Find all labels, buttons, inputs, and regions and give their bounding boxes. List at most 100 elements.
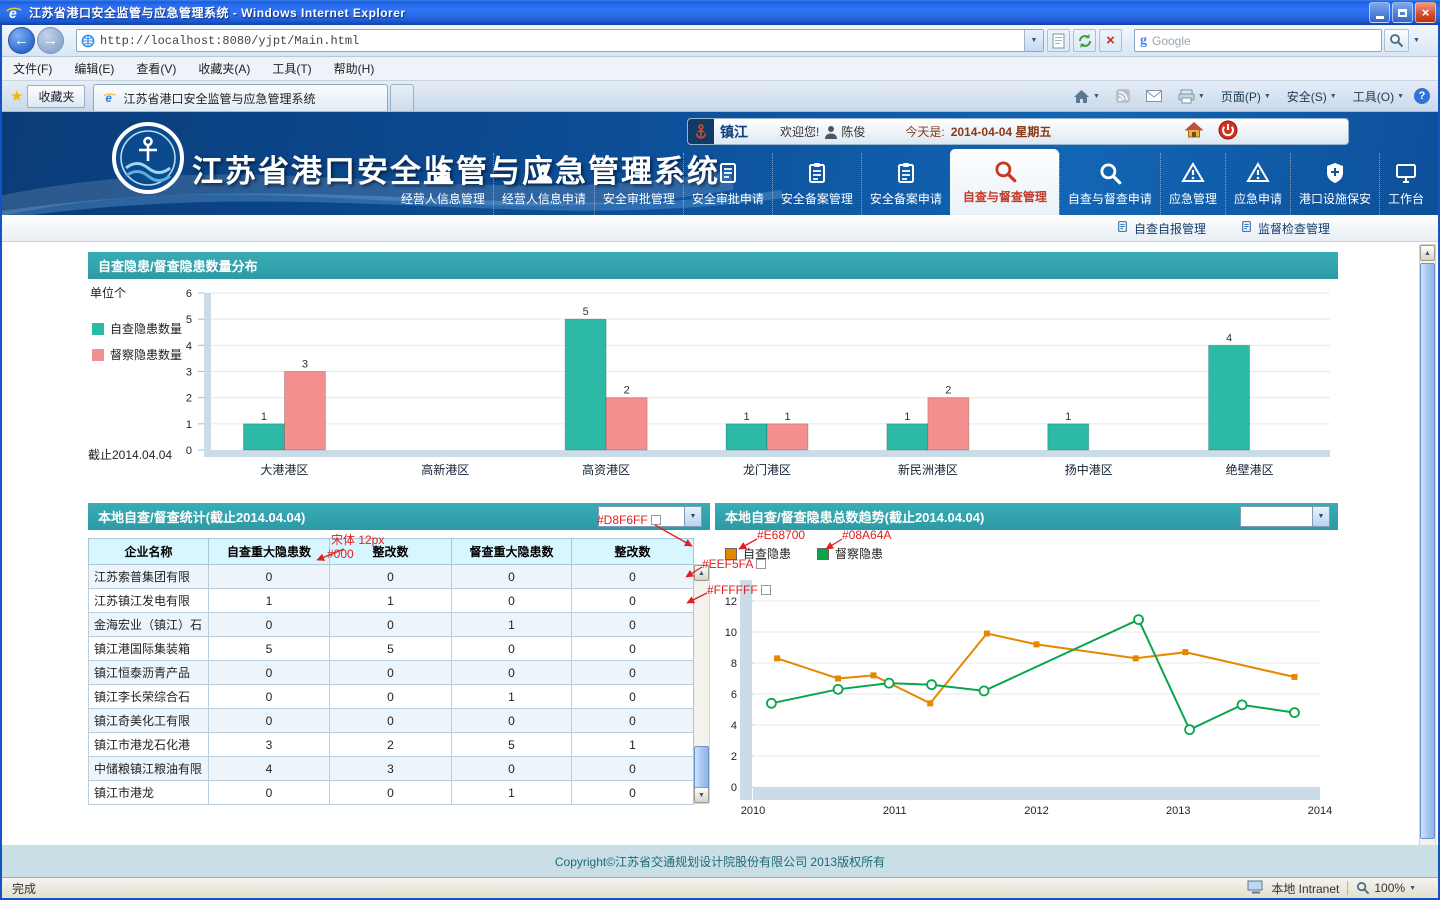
stop-button[interactable]: × <box>1099 29 1122 52</box>
favorites-star-icon[interactable]: ★ <box>10 87 23 105</box>
svg-text:2010: 2010 <box>741 805 765 817</box>
zoom-level: 100% <box>1374 881 1405 895</box>
trend-panel-title: 本地自查/督查隐患总数趋势(截止2014.04.04) <box>725 507 984 526</box>
table-scroll-thumb[interactable] <box>694 746 709 789</box>
svg-text:12: 12 <box>725 596 737 608</box>
security-menu-button[interactable]: 安全(S)▼ <box>1281 84 1343 109</box>
stop-icon: × <box>1106 33 1115 48</box>
nav-item-operator-info-mgmt[interactable]: 经营人信息管理 <box>393 153 493 215</box>
close-button[interactable]: × <box>1415 2 1436 23</box>
zoom-control[interactable]: 100% ▼ <box>1356 881 1416 895</box>
favorites-button[interactable]: 收藏夹 <box>27 85 85 108</box>
trend-filter-value[interactable] <box>1241 507 1312 526</box>
menu-tools[interactable]: 工具(T) <box>261 56 322 81</box>
window-titlebar[interactable]: e 江苏省港口安全监管与应急管理系统 - Windows Internet Ex… <box>0 0 1440 25</box>
search-go-button[interactable] <box>1384 29 1409 52</box>
menu-favorites[interactable]: 收藏夹(A) <box>187 56 261 81</box>
table-row[interactable]: 镇江市港龙石化港3251 <box>89 733 694 757</box>
search-dropdown-button[interactable]: ▼ <box>1409 29 1424 52</box>
zoom-icon <box>1356 881 1370 895</box>
chevron-down-icon: ▼ <box>1198 93 1205 100</box>
user-name[interactable]: 陈俊 <box>841 123 865 140</box>
nav-item-safety-approval-mgmt[interactable]: 安全审批管理 <box>594 153 683 215</box>
nav-item-selfcheck-supervision-apply[interactable]: 自查与督查申请 <box>1059 153 1160 215</box>
table-row[interactable]: 中储粮镇江粮油有限4300 <box>89 757 694 781</box>
compatibility-view-button[interactable] <box>1047 29 1070 52</box>
table-cell: 0 <box>572 613 694 637</box>
bar-chart-svg: 012345613大港港区高新港区52高资港区11龙门港区12新民洲港区1扬中港… <box>88 278 1338 484</box>
table-row[interactable]: 镇江恒泰沥青产品0000 <box>89 661 694 685</box>
magnifier-icon <box>992 157 1018 185</box>
nav-item-safety-record-mgmt[interactable]: 安全备案管理 <box>772 153 861 215</box>
scroll-up-icon[interactable]: ▲ <box>1420 245 1435 261</box>
nav-item-safety-approval-apply[interactable]: 安全审批申请 <box>683 153 772 215</box>
svg-text:1: 1 <box>784 411 790 423</box>
table-row[interactable]: 金海宏业（镇江）石0010 <box>89 613 694 637</box>
table-cell: 0 <box>209 613 330 637</box>
table-cell: 0 <box>209 661 330 685</box>
back-button[interactable]: ← <box>8 27 35 54</box>
home-button[interactable]: ▼ <box>1067 85 1106 108</box>
print-button[interactable]: ▼ <box>1172 85 1211 108</box>
table-row[interactable]: 镇江港国际集装箱5500 <box>89 637 694 661</box>
menu-edit[interactable]: 编辑(E) <box>63 56 125 81</box>
submenu-item-selfcheck-report-mgmt[interactable]: 自查自报管理 <box>1116 220 1206 237</box>
refresh-button[interactable] <box>1073 29 1096 52</box>
read-mail-button[interactable] <box>1140 86 1168 106</box>
table-row[interactable]: 镇江市港龙0010 <box>89 781 694 805</box>
page-scrollbar[interactable]: ▲ ▼ <box>1419 244 1436 877</box>
scroll-down-icon[interactable]: ▼ <box>694 787 709 803</box>
table-cell: 0 <box>330 709 452 733</box>
chevron-down-icon[interactable]: ▼ <box>684 507 701 526</box>
table-cell: 0 <box>209 565 330 589</box>
submenu-item-supervision-inspection-mgmt[interactable]: 监督检查管理 <box>1240 220 1330 237</box>
nav-item-safety-record-apply[interactable]: 安全备案申请 <box>861 153 950 215</box>
nav-item-emergency-apply[interactable]: 应急申请 <box>1225 153 1290 215</box>
page-scroll-thumb[interactable] <box>1420 263 1435 839</box>
menu-file[interactable]: 文件(F) <box>2 56 63 81</box>
legend-item: 督察隐患数量 <box>92 346 182 363</box>
table-cell: 0 <box>330 565 452 589</box>
table-cell: 0 <box>572 781 694 805</box>
address-field[interactable]: http://localhost:8080/yjpt/Main.html ▼ <box>76 29 1044 52</box>
search-box[interactable]: g Google <box>1134 29 1382 52</box>
table-cell: 0 <box>330 613 452 637</box>
minimize-button[interactable] <box>1369 2 1390 23</box>
feeds-button[interactable] <box>1110 85 1136 107</box>
table-scrollbar[interactable]: ▲ ▼ <box>693 564 710 804</box>
trend-filter-select[interactable]: ▼ <box>1240 506 1330 527</box>
nav-item-operator-info-apply[interactable]: 经营人信息申请 <box>493 153 594 215</box>
menu-view[interactable]: 查看(V) <box>125 56 187 81</box>
menu-help[interactable]: 帮助(H) <box>323 56 386 81</box>
annotation-row-bg: #FFFFFF <box>707 583 771 597</box>
table-row[interactable]: 江苏索普集团有限0000 <box>89 565 694 589</box>
home-shortcut-icon[interactable] <box>1184 121 1204 142</box>
table-cell: 金海宏业（镇江）石 <box>89 613 209 637</box>
chevron-down-icon: ▼ <box>1330 93 1337 100</box>
annotation-font: 宋体 12px <box>331 531 384 548</box>
tools-menu-button[interactable]: 工具(O)▼ <box>1347 84 1410 109</box>
search-placeholder[interactable]: Google <box>1152 34 1191 48</box>
address-dropdown-button[interactable]: ▼ <box>1024 30 1043 51</box>
svg-text:3: 3 <box>186 367 192 379</box>
table-row[interactable]: 江苏镇江发电有限1100 <box>89 589 694 613</box>
column-header-0: 企业名称 <box>89 539 209 565</box>
nav-item-workbench[interactable]: 工作台 <box>1379 153 1432 215</box>
url-text[interactable]: http://localhost:8080/yjpt/Main.html <box>100 34 1024 48</box>
nav-item-port-facility-security[interactable]: 港口设施保安 <box>1290 153 1379 215</box>
forward-button[interactable]: → <box>37 27 64 54</box>
nav-item-selfcheck-supervision-mgmt[interactable]: 自查与督查管理 <box>950 149 1059 215</box>
tab-active[interactable]: e 江苏省港口安全监管与应急管理系统 <box>93 84 388 111</box>
table-row[interactable]: 镇江李长荣综合石0010 <box>89 685 694 709</box>
logout-power-icon[interactable] <box>1218 120 1238 143</box>
nav-item-emergency-mgmt[interactable]: 应急管理 <box>1160 153 1225 215</box>
chevron-down-icon[interactable]: ▼ <box>1312 507 1329 526</box>
svg-text:2013: 2013 <box>1166 805 1190 817</box>
help-button[interactable]: ? <box>1414 88 1430 104</box>
page-menu-button[interactable]: 页面(P)▼ <box>1215 84 1277 109</box>
svg-text:2014: 2014 <box>1308 805 1332 817</box>
table-row[interactable]: 镇江奇美化工有限0000 <box>89 709 694 733</box>
maximize-button[interactable] <box>1392 2 1413 23</box>
table-cell: 3 <box>209 733 330 757</box>
new-tab-button[interactable] <box>390 84 414 111</box>
